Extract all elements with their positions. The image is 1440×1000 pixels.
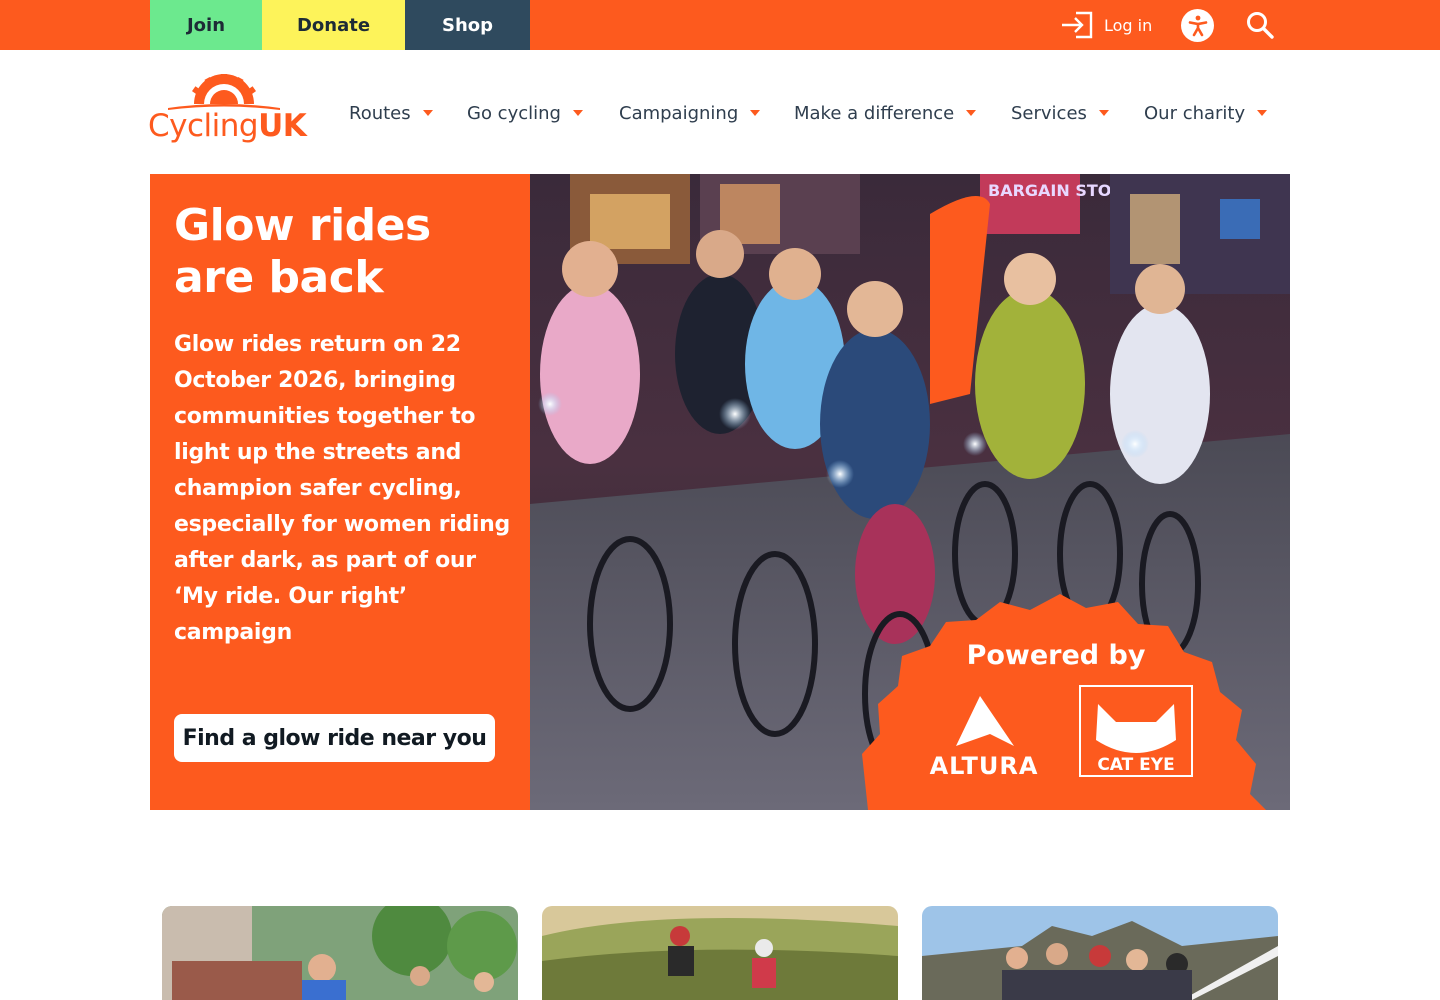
feature-card-2[interactable]: [542, 906, 898, 1000]
join-button[interactable]: Join: [150, 0, 262, 50]
hero-image: BARGAIN STORE Powered by ALTURA CAT EYE: [530, 174, 1290, 810]
cyclinguk-logo[interactable]: CyclingUK: [148, 74, 307, 150]
nav-item-services[interactable]: Services: [1011, 96, 1109, 130]
card-image: [542, 906, 898, 1000]
card-image: [922, 906, 1278, 1000]
nav-item-campaigning[interactable]: Campaigning: [619, 96, 761, 130]
login-icon: [1062, 11, 1093, 39]
hero-title: Glow rides are back: [174, 200, 431, 303]
login-label: Log in: [1104, 15, 1153, 35]
logo-text: CyclingUK: [148, 108, 307, 144]
shop-button[interactable]: Shop: [405, 0, 530, 50]
sponsor-cateye: CAT EYE: [1097, 755, 1174, 775]
nav-item-our-charity[interactable]: Our charity: [1144, 96, 1268, 130]
search-icon[interactable]: [1245, 10, 1275, 40]
hero-description: Glow rides return on 22 October 2026, br…: [174, 332, 510, 645]
chevron-down-icon: [966, 110, 977, 116]
feature-card-3[interactable]: [922, 906, 1278, 1000]
sponsor-altura: ALTURA: [930, 752, 1039, 780]
nav-label: Our charity: [1144, 102, 1246, 124]
chevron-down-icon: [750, 110, 761, 116]
nav-label: Routes: [349, 102, 411, 124]
logo-text-uk: UK: [258, 108, 307, 144]
chevron-down-icon: [572, 110, 583, 116]
nav-label: Services: [1011, 102, 1087, 124]
nav-label: Make a difference: [794, 102, 955, 124]
accessibility-icon[interactable]: [1181, 9, 1214, 42]
donate-button[interactable]: Donate: [262, 0, 405, 50]
nav-item-routes[interactable]: Routes: [349, 96, 433, 130]
chevron-down-icon: [1098, 110, 1109, 116]
nav-label: Go cycling: [467, 102, 561, 124]
nav-label: Campaigning: [619, 102, 739, 124]
card-image: [162, 906, 518, 1000]
chevron-down-icon: [1257, 110, 1268, 116]
nav-item-make-a-difference[interactable]: Make a difference: [794, 96, 977, 130]
login-link[interactable]: Log in: [1060, 9, 1152, 41]
feature-card-1[interactable]: [162, 906, 518, 1000]
nav-item-go-cycling[interactable]: Go cycling: [467, 96, 583, 130]
logo-text-cycling: Cycling: [148, 108, 259, 144]
find-glow-ride-button[interactable]: Find a glow ride near you: [174, 714, 495, 762]
badge-powered-by: Powered by: [967, 640, 1146, 671]
chevron-down-icon: [422, 110, 433, 116]
